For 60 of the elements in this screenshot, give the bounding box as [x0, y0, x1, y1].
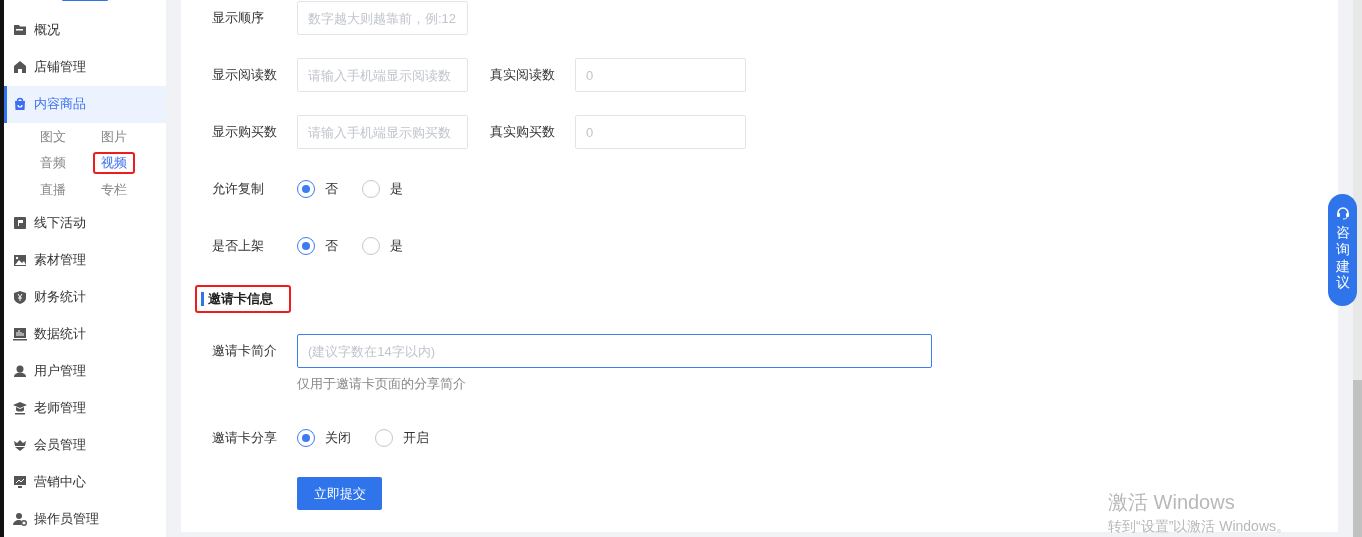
field-label: 显示阅读数	[212, 66, 278, 85]
radio-button[interactable]	[297, 237, 315, 255]
shop-icon	[13, 60, 27, 74]
sidebar-item[interactable]: 用户管理	[4, 352, 166, 389]
help-text: 仅用于邀请卡页面的分享简介	[297, 377, 467, 391]
bar-chart-icon	[13, 326, 27, 341]
folder-icon	[13, 23, 27, 37]
bag-icon	[13, 97, 27, 111]
sidebar-item[interactable]: 店铺管理	[4, 48, 166, 86]
scrollbar-thumb[interactable]	[1353, 380, 1362, 537]
submenu-link[interactable]: 音频	[32, 152, 74, 175]
sidebar-item[interactable]: 素材管理	[4, 241, 166, 278]
radio-label: 否	[325, 237, 338, 256]
radio-label: 是	[390, 180, 403, 199]
field-label: 邀请卡分享	[212, 429, 278, 448]
flag-icon	[13, 215, 27, 230]
field-label: 允许复制	[212, 180, 265, 199]
sidebar-item[interactable]: 会员管理	[4, 426, 166, 463]
crown-icon	[13, 437, 27, 452]
sidebar-item[interactable]: 线下活动	[4, 204, 166, 241]
radio-button[interactable]	[375, 429, 393, 447]
field-label: 邀请卡简介	[212, 342, 278, 361]
submit-button[interactable]: 立即提交	[297, 477, 382, 510]
section-title: 邀请卡信息	[208, 290, 273, 309]
shield-icon	[13, 289, 27, 304]
graduate-icon	[13, 400, 27, 415]
input-field[interactable]: (建议字数在14字以内)	[297, 334, 932, 368]
radio-label: 是	[390, 237, 403, 256]
field-label: 真实购买数	[490, 123, 556, 142]
user-gear-icon	[13, 511, 27, 526]
submenu-link[interactable]: 直播	[32, 178, 74, 201]
image-icon	[13, 252, 27, 267]
help-button[interactable]: 咨询建议	[1328, 194, 1357, 306]
user-icon	[13, 363, 27, 378]
radio-button[interactable]	[297, 429, 315, 447]
radio-label: 开启	[403, 429, 429, 448]
field-label: 是否上架	[212, 237, 265, 256]
submenu-link[interactable]: 专栏	[93, 178, 135, 201]
submenu-link[interactable]: 图片	[93, 125, 135, 148]
sidebar-item[interactable]: 财务统计	[4, 278, 166, 315]
headset-icon	[1335, 206, 1350, 220]
field-label: 显示购买数	[212, 123, 278, 142]
field-label: 显示顺序	[212, 9, 265, 28]
watermark-text: 转到“设置”以激活 Windows。	[1108, 517, 1290, 536]
radio-label: 否	[325, 180, 338, 199]
sidebar-item[interactable]: 营销中心	[4, 463, 166, 500]
radio-button[interactable]	[362, 237, 380, 255]
radio-button[interactable]	[362, 180, 380, 198]
sidebar-item[interactable]: 老师管理	[4, 389, 166, 426]
sidebar-item[interactable]: 操作员管理	[4, 500, 166, 537]
monitor-icon	[13, 474, 27, 489]
sidebar-item[interactable]: 概况	[4, 11, 166, 49]
watermark-title: 激活 Windows	[1108, 490, 1236, 514]
radio-label: 关闭	[325, 429, 351, 448]
radio-button[interactable]	[297, 180, 315, 198]
sidebar-item[interactable]: 数据统计	[4, 315, 166, 352]
sidebar-item[interactable]: 内容商品	[4, 85, 166, 123]
submenu-link[interactable]: 图文	[32, 125, 74, 148]
submenu-link[interactable]: 视频	[93, 152, 135, 175]
field-label: 真实阅读数	[490, 66, 556, 85]
